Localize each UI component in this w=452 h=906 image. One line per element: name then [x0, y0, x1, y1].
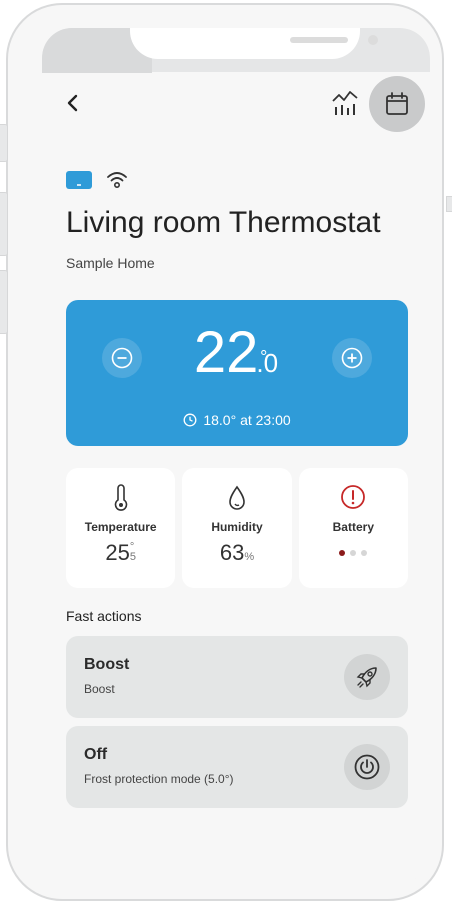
phone-frame: Living room Thermostat Sample Home 22.0 °	[6, 3, 444, 901]
action-name: Boost	[84, 656, 130, 673]
schedule-text: 18.0° at 23:00	[203, 412, 291, 428]
temperature-degree: °	[129, 541, 135, 553]
humidity-value: 63%	[182, 540, 291, 566]
setpoint-whole: 22	[193, 320, 259, 385]
temperature-tile[interactable]: Temperature 25 ° 5	[66, 468, 176, 588]
back-chevron-icon[interactable]	[66, 93, 80, 119]
status-bar	[42, 28, 430, 73]
temperature-whole: 25	[105, 540, 130, 565]
setpoint-degree: °	[260, 347, 268, 367]
droplet-icon	[229, 485, 245, 510]
thermometer-icon	[114, 484, 127, 511]
stats-tiles: Temperature 25 ° 5 Humidity 63% Battery	[66, 468, 408, 588]
side-button	[0, 192, 8, 256]
calendar-button[interactable]	[369, 76, 425, 132]
chart-icon[interactable]	[330, 88, 360, 118]
thermostat-device-icon	[66, 171, 92, 189]
battery-dot	[361, 550, 368, 556]
action-desc: Frost protection mode (5.0°)	[84, 772, 234, 786]
device-status-icons	[66, 170, 128, 190]
speaker	[290, 37, 348, 43]
app-screen: Living room Thermostat Sample Home 22.0 °	[42, 28, 430, 883]
home-name: Sample Home	[66, 255, 155, 271]
page-title: Living room Thermostat	[66, 206, 381, 239]
side-button	[446, 196, 452, 212]
increase-button[interactable]	[332, 338, 372, 378]
power-icon	[354, 754, 380, 780]
side-button	[0, 270, 8, 334]
boost-icon-button[interactable]	[344, 654, 390, 700]
battery-dot	[339, 550, 346, 556]
side-button	[0, 124, 8, 162]
wifi-icon	[107, 172, 127, 189]
battery-level-dots	[299, 550, 408, 556]
rocket-icon	[356, 667, 377, 688]
humidity-unit: %	[244, 551, 255, 563]
battery-dot	[350, 550, 357, 556]
off-action[interactable]: Off Frost protection mode (5.0°)	[66, 726, 408, 808]
camera	[368, 35, 378, 45]
battery-tile[interactable]: Battery	[298, 468, 408, 588]
temperature-value: 25 ° 5	[66, 540, 175, 566]
humidity-number: 63	[219, 540, 245, 565]
clock-icon	[183, 413, 197, 427]
plus-icon	[341, 347, 363, 369]
battery-label: Battery	[332, 520, 374, 534]
setpoint-card: 22.0 ° 18.0° at 23:00	[66, 300, 408, 446]
action-name: Off	[84, 746, 108, 763]
alert-icon	[341, 485, 366, 509]
humidity-tile[interactable]: Humidity 63%	[182, 468, 292, 588]
fast-actions-title: Fast actions	[66, 608, 142, 624]
notch	[130, 28, 378, 59]
action-desc: Boost	[84, 682, 115, 696]
humidity-label: Humidity	[211, 520, 263, 534]
next-schedule[interactable]: 18.0° at 23:00	[66, 412, 408, 428]
off-icon-button[interactable]	[344, 744, 390, 790]
calendar-icon	[386, 92, 408, 115]
boost-action[interactable]: Boost Boost	[66, 636, 408, 718]
temperature-label: Temperature	[84, 520, 157, 534]
